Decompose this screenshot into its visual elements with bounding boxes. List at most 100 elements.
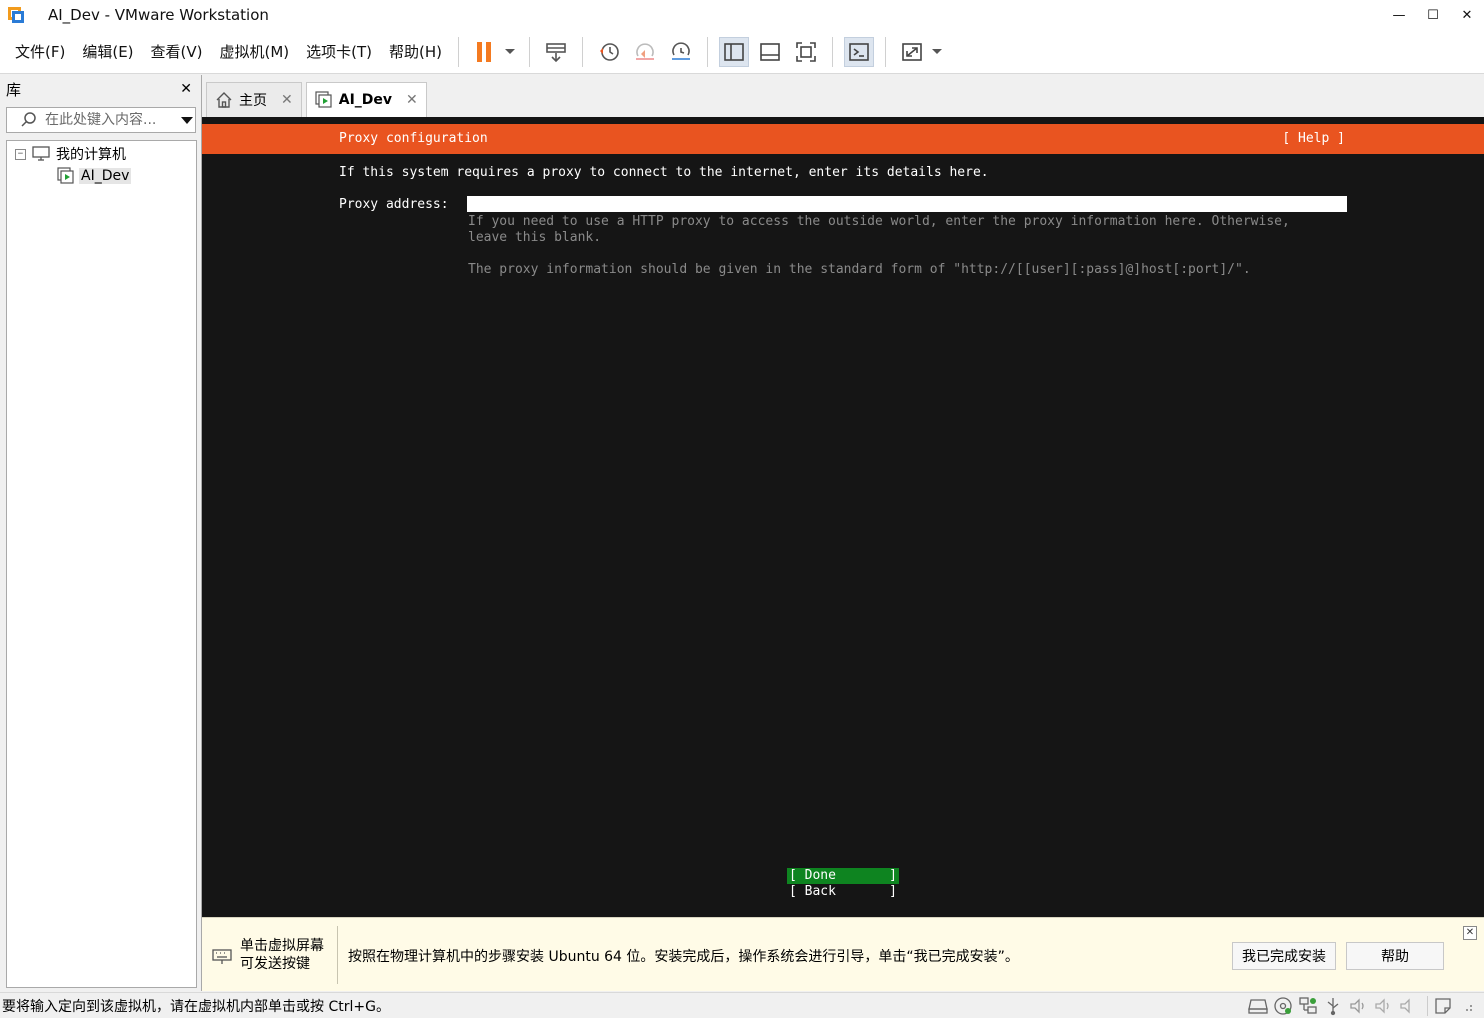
search-icon: [21, 112, 36, 127]
proxy-format-help-text: The proxy information should be given in…: [468, 262, 1251, 277]
click-hint-text: 单击虚拟屏幕 可发送按键: [240, 937, 324, 973]
status-message: 要将输入定向到该虚拟机，请在虚拟机内部单击或按 Ctrl+G。: [2, 998, 390, 1015]
full-screen-icon: [796, 41, 816, 62]
click-to-send-keys-hint: 单击虚拟屏幕 可发送按键: [212, 937, 324, 973]
snapshot-clock-icon: [600, 42, 619, 61]
close-button[interactable]: ✕: [1450, 0, 1484, 30]
tab-close-icon[interactable]: ✕: [406, 92, 418, 108]
menu-edit[interactable]: 编辑(E): [82, 41, 133, 62]
audio-device-icon[interactable]: [1372, 996, 1394, 1016]
hint-help-button[interactable]: 帮助: [1346, 942, 1444, 970]
revert-snapshot-icon: [636, 42, 655, 60]
hint-close-icon[interactable]: ✕: [1463, 926, 1477, 940]
menu-help[interactable]: 帮助(H): [389, 41, 442, 62]
menu-toolbar: 文件(F) 编辑(E) 查看(V) 虚拟机(M) 选项卡(T) 帮助(H): [0, 30, 1484, 74]
back-button-label: [ Back: [789, 884, 836, 899]
tab-label: 主页: [239, 93, 267, 109]
device-status-icons: [1244, 996, 1474, 1016]
tab-ai-dev[interactable]: AI_Dev ✕: [305, 82, 427, 117]
pause-icon: [477, 41, 492, 62]
vm-console-screen[interactable]: Proxy configuration [ Help ] If this sys…: [202, 117, 1484, 917]
toolbar-separator: [885, 36, 887, 67]
sound-card-icon[interactable]: [1347, 996, 1369, 1016]
library-header: 库 ✕: [0, 75, 200, 103]
library-tree: − 我的计算机 AI_Dev: [6, 140, 197, 988]
minimize-button[interactable]: —: [1382, 0, 1416, 30]
proxy-address-input[interactable]: [467, 196, 1347, 212]
thumbnail-bar-icon: [760, 42, 780, 61]
toolbar-separator: [458, 36, 460, 67]
resize-grip-icon[interactable]: [1460, 996, 1474, 1016]
tree-item-label: 我的计算机: [56, 147, 126, 163]
power-dropdown-caret[interactable]: [505, 49, 516, 54]
library-title: 库: [6, 80, 22, 99]
running-vm-icon: [57, 167, 74, 184]
stretch-guest-button[interactable]: [897, 37, 927, 67]
network-adapter-icon[interactable]: [1297, 996, 1319, 1016]
click-hint-line-1: 单击虚拟屏幕: [240, 938, 324, 954]
vm-icon: [315, 91, 332, 108]
pause-button[interactable]: [470, 37, 500, 67]
toolbar-separator: [832, 36, 834, 67]
stretch-icon: [902, 42, 922, 61]
library-panel: 库 ✕ − 我的计算机 AI_Dev: [0, 75, 200, 991]
vmware-app-icon: [6, 5, 26, 25]
snapshot-manager-button[interactable]: [666, 37, 696, 67]
library-search[interactable]: [6, 107, 196, 133]
status-bar: 要将输入定向到该虚拟机，请在虚拟机内部单击或按 Ctrl+G。: [0, 992, 1484, 1018]
title-bar: AI_Dev - VMware Workstation — ☐ ✕: [0, 0, 1484, 30]
library-panel-icon: [724, 42, 744, 61]
home-icon: [216, 92, 232, 108]
window-title: AI_Dev - VMware Workstation: [48, 6, 269, 24]
hard-disk-icon[interactable]: [1247, 996, 1269, 1016]
tab-label: AI_Dev: [338, 92, 393, 108]
usb-device-icon[interactable]: [1322, 996, 1344, 1016]
done-button[interactable]: [ Done ]: [787, 868, 899, 884]
cd-dvd-icon[interactable]: [1272, 996, 1294, 1016]
maximize-button[interactable]: ☐: [1416, 0, 1450, 30]
tab-close-icon[interactable]: ✕: [281, 92, 293, 108]
library-close-icon[interactable]: ✕: [180, 81, 192, 97]
full-screen-button[interactable]: [791, 37, 821, 67]
tree-item-label: AI_Dev: [79, 168, 132, 184]
toolbar-separator: [707, 36, 709, 67]
revert-snapshot-button[interactable]: [630, 37, 660, 67]
show-library-button[interactable]: [719, 36, 750, 67]
main-area: 主页 ✕ AI_Dev ✕ Proxy configuration [ Help…: [201, 75, 1484, 991]
stretch-dropdown-caret[interactable]: [932, 49, 943, 54]
tab-home[interactable]: 主页 ✕: [206, 82, 302, 117]
speaker-icon[interactable]: [1397, 996, 1419, 1016]
done-button-bracket: ]: [889, 868, 897, 883]
proxy-address-label: Proxy address:: [339, 197, 449, 212]
window-controls: — ☐ ✕: [1382, 0, 1484, 30]
tree-item-my-computer[interactable]: − 我的计算机: [7, 143, 196, 165]
snapshot-manager-icon: [672, 41, 691, 60]
computer-icon: [32, 146, 50, 161]
install-hint-message: 按照在物理计算机中的步骤安装 Ubuntu 64 位。安装完成后，操作系统会进行…: [348, 949, 1019, 965]
installer-header: Proxy configuration [ Help ]: [202, 124, 1484, 154]
show-thumbnail-bar-button[interactable]: [755, 37, 785, 67]
take-snapshot-button[interactable]: [594, 37, 624, 67]
click-hint-line-2: 可发送按键: [240, 956, 310, 972]
toolbar-separator: [529, 36, 531, 67]
menu-file[interactable]: 文件(F): [15, 41, 65, 62]
keyboard-hint-icon: [212, 949, 232, 964]
finish-install-button[interactable]: 我已完成安装: [1232, 942, 1336, 970]
proxy-help-text: If you need to use a HTTP proxy to acces…: [468, 214, 1290, 245]
search-dropdown-icon[interactable]: [181, 116, 193, 124]
done-button-label: [ Done: [789, 868, 836, 883]
send-ctrl-alt-del-button[interactable]: [541, 37, 571, 67]
hint-divider: [337, 926, 338, 984]
menu-view[interactable]: 查看(V): [151, 41, 203, 62]
back-button[interactable]: [ Back ]: [787, 884, 899, 900]
console-view-button[interactable]: [844, 36, 875, 67]
menu-tabs[interactable]: 选项卡(T): [306, 41, 372, 62]
tree-collapse-toggle[interactable]: −: [15, 148, 26, 160]
tab-bar: 主页 ✕ AI_Dev ✕: [202, 75, 1484, 117]
tree-item-ai-dev[interactable]: AI_Dev: [7, 165, 196, 187]
menu-vm[interactable]: 虚拟机(M): [220, 41, 290, 62]
console-terminal-icon: [849, 42, 869, 61]
message-log-icon[interactable]: [1427, 996, 1457, 1016]
library-search-input[interactable]: [45, 112, 175, 128]
installer-help-button[interactable]: [ Help ]: [1282, 131, 1345, 146]
